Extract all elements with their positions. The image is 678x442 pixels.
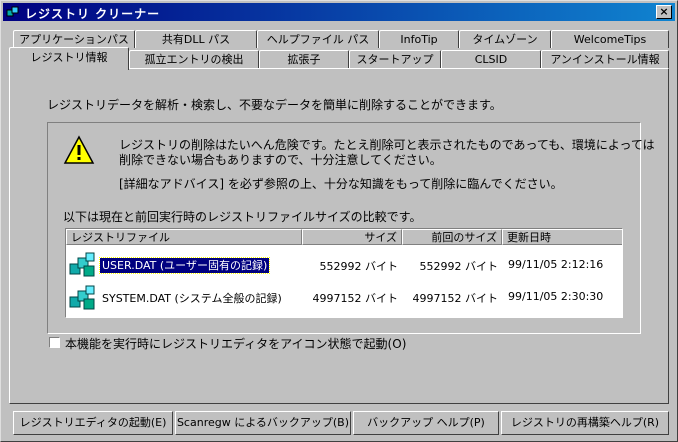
- rebuild-help-button[interactable]: レジストリの再構築ヘルプ(R): [501, 411, 669, 435]
- list-caption: 以下は現在と前回実行時のレジストリファイルサイズの比較です。: [63, 210, 422, 224]
- registry-file-list[interactable]: レジストリファイル サイズ 前回のサイズ 更新日時 USER.DAT (ユーザー…: [65, 228, 623, 318]
- tab-shared-dll[interactable]: 共有DLL パス: [135, 30, 257, 48]
- minimized-editor-checkbox[interactable]: [49, 337, 60, 348]
- row-date: 99/11/05 2:12:16: [508, 258, 604, 271]
- row-file: SYSTEM.DAT (システム全般の記録): [102, 292, 282, 305]
- tab-welcometips[interactable]: WelcomeTips: [551, 30, 669, 48]
- description-text: レジストリデータを解析・検索し、不要なデータを簡単に削除することができます。: [47, 98, 502, 112]
- tab-extensions[interactable]: 拡張子: [259, 50, 349, 68]
- row-size: 4997152 バイト: [312, 292, 399, 305]
- column-header-file[interactable]: レジストリファイル: [66, 229, 302, 245]
- warning-icon: [63, 135, 95, 164]
- launch-regedit-button[interactable]: レジストリエディタの起動(E): [13, 411, 173, 435]
- backup-help-button[interactable]: バックアップ ヘルプ(P): [353, 411, 499, 435]
- main-window: レジストリ クリーナー × アプリケーションパス 共有DLL パス ヘルプファイ…: [0, 0, 678, 442]
- tab-registry-info[interactable]: レジストリ情報: [9, 47, 129, 70]
- app-icon: [6, 6, 19, 17]
- checkbox-label[interactable]: 本機能を実行時にレジストリエディタをアイコン状態で起動(O): [65, 335, 406, 352]
- column-header-date[interactable]: 更新日時: [502, 229, 622, 245]
- window-title: レジストリ クリーナー: [25, 7, 161, 21]
- tab-help-file[interactable]: ヘルプファイル パス: [257, 30, 379, 48]
- tab-startup[interactable]: スタートアップ: [349, 50, 441, 68]
- tab-orphan-entries[interactable]: 孤立エントリの検出: [129, 50, 259, 68]
- title-bar[interactable]: レジストリ クリーナー ×: [3, 3, 675, 21]
- registry-cube-icon: [69, 252, 95, 277]
- scanregw-backup-button[interactable]: Scanregw によるバックアップ(B): [175, 411, 351, 435]
- tab-timezone[interactable]: タイムゾーン: [459, 30, 551, 48]
- column-header-prev-size[interactable]: 前回のサイズ: [402, 229, 502, 245]
- row-size: 552992 バイト: [319, 260, 399, 273]
- warning-line-2: 削除できない場合もありますので、十分注意してください。: [119, 153, 442, 167]
- advice-text: [詳細なアドバイス] を必ず参照の上、十分な知識をもって削除に臨んでください。: [119, 177, 563, 191]
- row-prev-size: 4997152 バイト: [412, 292, 499, 305]
- column-header-size[interactable]: サイズ: [302, 229, 402, 245]
- tab-app-path[interactable]: アプリケーションパス: [13, 30, 135, 48]
- row-file: USER.DAT (ユーザー固有の記録): [98, 257, 271, 274]
- registry-cube-icon: [69, 285, 95, 310]
- tab-uninstall-info[interactable]: アンインストール情報: [541, 50, 669, 68]
- row-prev-size: 552992 バイト: [419, 260, 499, 273]
- row-date: 99/11/05 2:30:30: [508, 290, 604, 303]
- close-button[interactable]: ×: [656, 5, 672, 19]
- tab-clsid[interactable]: CLSID: [441, 50, 541, 68]
- tab-infotip[interactable]: InfoTip: [379, 30, 459, 48]
